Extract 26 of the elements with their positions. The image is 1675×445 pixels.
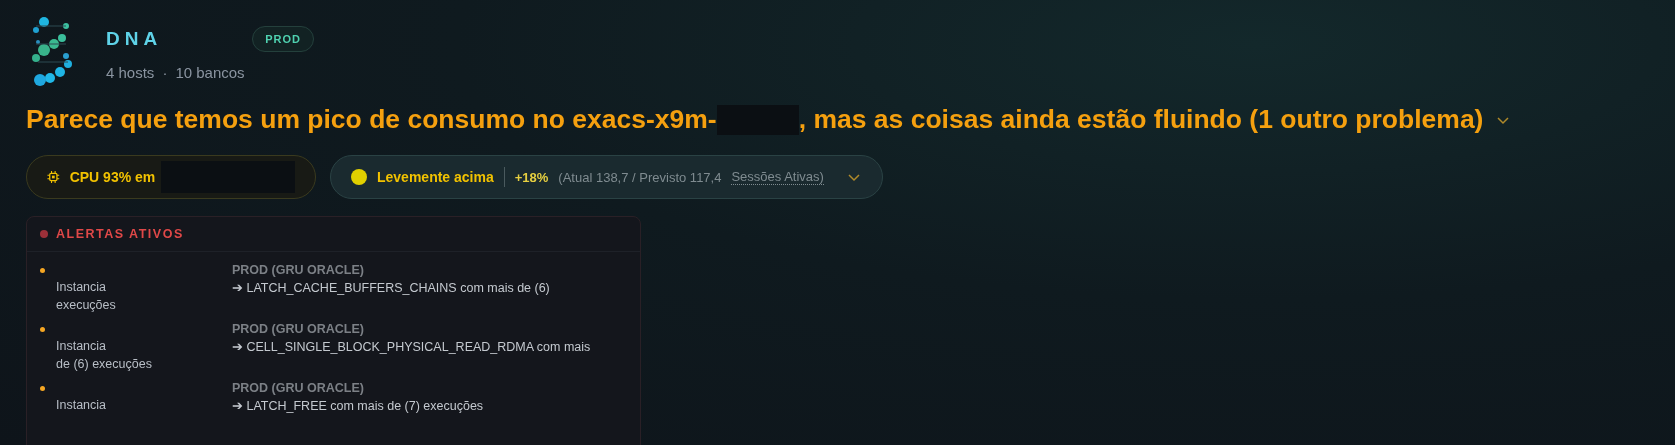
pill-label: CPU 93% em <box>69 169 156 185</box>
separator-dot: · <box>162 64 168 81</box>
alert-text: execuções <box>56 296 117 314</box>
hosts-count: 4 hosts <box>106 64 155 81</box>
alert-source: PROD (GRU ORACLE) <box>232 262 365 279</box>
cpu-alert-pill[interactable]: CPU 93% em <box>26 155 316 199</box>
pill-label: Levemente acima <box>377 169 494 185</box>
delta-value: +18% <box>514 169 549 185</box>
instance-label: Instancia <box>56 279 108 296</box>
forecast-detail: (Atual 138,7 / Previsto 117,4 <box>558 169 722 185</box>
databases-count: 10 bancos <box>175 64 245 81</box>
alert-text: de (6) execuções <box>56 355 153 373</box>
headline-text: Parece que temos um pico de consumo no exacs-x9m- <box>26 104 717 135</box>
headline-text: , mas as coisas ainda estão fluindo (1 outro problema) <box>798 104 1484 135</box>
alert-message: ➔ LATCH_CACHE_BUFFERS_CHAINS com mais de (6) <box>232 279 551 297</box>
alert-source: PROD (GRU ORACLE) <box>232 321 365 338</box>
environment-badge: PROD <box>252 26 314 52</box>
app-title: DNA <box>106 28 163 50</box>
metric-link[interactable]: Sessões Ativas) <box>731 169 824 185</box>
panel-title: ALERTAS ATIVOS <box>56 227 184 241</box>
instance-label: Instancia <box>56 397 108 414</box>
alert-message: ➔ CELL_SINGLE_BLOCK_PHYSICAL_READ_RDMA com mais <box>232 338 592 356</box>
alert-source: PROD (GRU ORACLE) <box>232 380 365 397</box>
instance-label: Instancia <box>56 338 108 355</box>
alert-message: ➔ LATCH_FREE com mais de (7) execuções <box>232 397 485 415</box>
forecast-pill[interactable]: Levemente acima +18% (Atual 138,7 / Previsto 117,4 Sessões Ativas) <box>330 155 883 199</box>
